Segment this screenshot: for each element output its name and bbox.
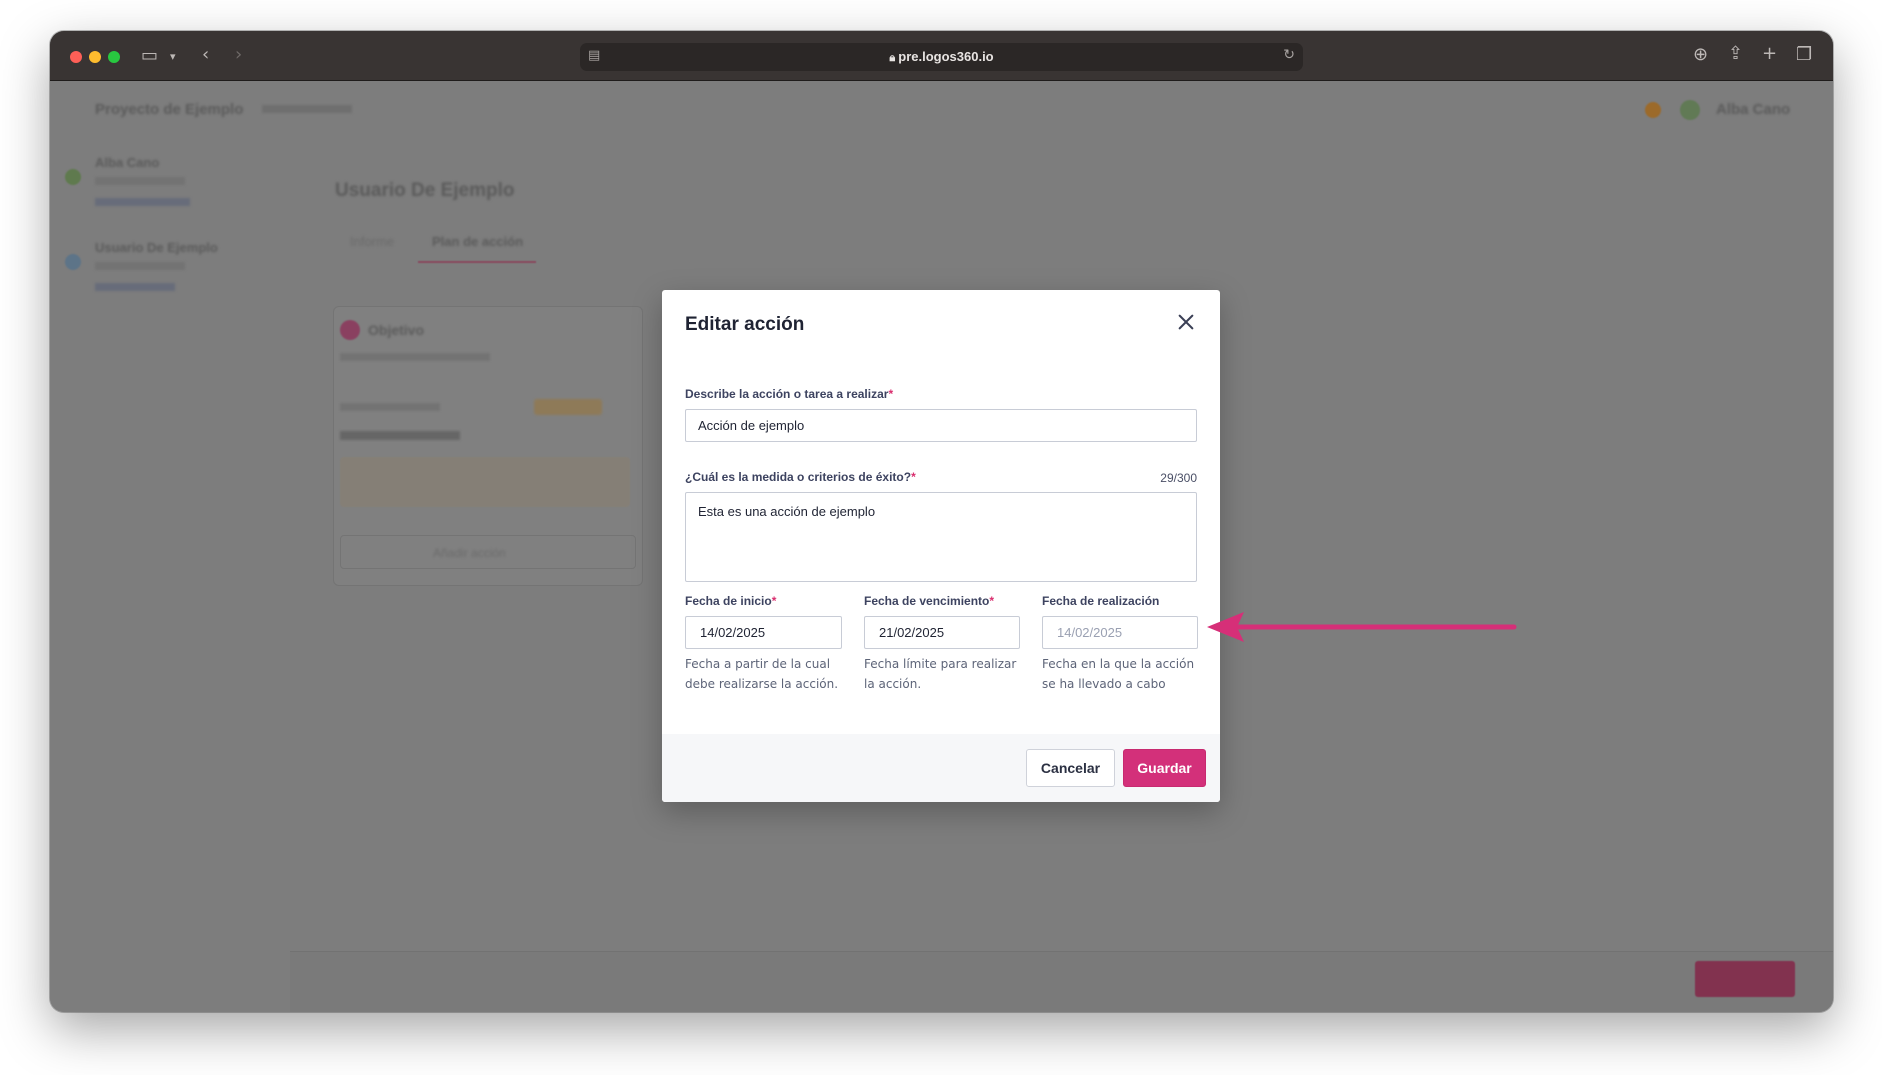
back-icon[interactable]: ‹: [202, 46, 209, 64]
edit-action-modal: Editar acción Describe la acción o tarea…: [662, 290, 1220, 802]
sidebar-item-sub: [95, 177, 185, 185]
lock-icon: 🔒︎: [889, 52, 899, 64]
avatar: [65, 254, 81, 270]
action-dates: [340, 403, 440, 411]
objective-icon: [340, 320, 360, 340]
success-criteria-textarea[interactable]: Esta es una acción de ejemplo: [685, 492, 1197, 582]
project-subtitle: [262, 105, 352, 113]
criteria-field-label-text: ¿Cuál es la medida o criterios de éxito?: [685, 470, 912, 484]
action-title: [340, 431, 460, 440]
due-date-input[interactable]: 21/02/2025: [864, 616, 1020, 649]
due-date-label-text: Fecha de vencimiento: [864, 594, 990, 608]
chevron-down-icon[interactable]: ▾: [170, 48, 176, 66]
completion-date-input[interactable]: 14/02/2025: [1042, 616, 1198, 649]
sidebar-toggle-icon[interactable]: ▭: [141, 47, 158, 65]
cancel-button[interactable]: Cancelar: [1026, 749, 1115, 787]
page-title: Usuario De Ejemplo: [335, 180, 515, 201]
forward-icon[interactable]: ›: [235, 46, 242, 64]
criteria-field-label: ¿Cuál es la medida o criterios de éxito?…: [685, 470, 916, 484]
minimize-window-button[interactable]: [89, 51, 101, 63]
reload-icon[interactable]: ↻: [1283, 47, 1295, 63]
address-bar[interactable]: ▤ 🔒︎ pre.logos360.io ↻: [580, 43, 1303, 71]
bottom-bar: [290, 951, 1833, 1012]
new-tab-icon[interactable]: +: [1762, 45, 1777, 63]
modal-footer: Cancelar Guardar: [662, 734, 1220, 802]
add-action-label: Añadir acción: [433, 546, 506, 560]
due-date-label: Fecha de vencimiento*: [864, 594, 994, 608]
tab-informe[interactable]: Informe: [350, 234, 394, 249]
language-flag-icon[interactable]: [1645, 102, 1661, 118]
start-date-label-text: Fecha de inicio: [685, 594, 772, 608]
completion-date-label: Fecha de realización: [1042, 594, 1160, 608]
project-title: Proyecto de Ejemplo: [95, 101, 244, 118]
start-date-hint: Fecha a partir de la cual debe realizars…: [685, 657, 839, 691]
maximize-window-button[interactable]: [108, 51, 120, 63]
due-date-value: 21/02/2025: [879, 625, 945, 640]
required-mark: *: [771, 594, 777, 608]
modal-title: Editar acción: [685, 314, 805, 335]
close-icon[interactable]: [1176, 312, 1196, 332]
required-mark: *: [911, 470, 916, 484]
sidebar-item-label[interactable]: Alba Cano: [95, 155, 159, 170]
sidebar: Alba Cano Usuario De Ejemplo: [50, 141, 290, 1012]
sidebar-item-label[interactable]: Usuario De Ejemplo: [95, 240, 218, 255]
action-description-value: Acción de ejemplo: [698, 418, 805, 433]
objective-label: Objetivo: [368, 322, 425, 338]
objective-card: Objetivo Añadir acción: [333, 306, 643, 586]
user-name[interactable]: Alba Cano: [1716, 101, 1790, 118]
download-icon[interactable]: ⊕: [1693, 46, 1708, 64]
action-field-label: Describe la acción o tarea a realizar*: [685, 387, 893, 401]
status-badge: [534, 399, 602, 415]
active-tab-indicator: [418, 261, 536, 263]
save-button[interactable]: Guardar: [1123, 749, 1206, 787]
browser-titlebar: ▭ ▾ ‹ › ▤ 🔒︎ pre.logos360.io ↻ ⊕ ⇪ + ❐: [50, 31, 1833, 81]
sidebar-item-sub: [95, 198, 190, 206]
app-header: Proyecto de Ejemplo Alba Cano: [50, 81, 1833, 141]
sidebar-item-sub: [95, 262, 185, 270]
required-mark: *: [989, 594, 995, 608]
objective-description: [340, 353, 490, 361]
start-date-value: 14/02/2025: [700, 625, 766, 640]
add-action-button[interactable]: Añadir acción: [340, 535, 636, 569]
sidebar-item-sub: [95, 283, 175, 291]
close-window-button[interactable]: [70, 51, 82, 63]
start-date-input[interactable]: 14/02/2025: [685, 616, 842, 649]
download-button[interactable]: [1695, 961, 1795, 997]
tab-plan-de-accion[interactable]: Plan de acción: [432, 234, 523, 249]
url-text: pre.logos360.io: [898, 49, 994, 64]
avatar[interactable]: [1680, 100, 1700, 120]
required-mark: *: [888, 387, 894, 401]
start-date-label: Fecha de inicio*: [685, 594, 776, 608]
completion-date-placeholder: 14/02/2025: [1057, 625, 1123, 640]
tabs-overview-icon[interactable]: ❐: [1796, 46, 1812, 64]
completion-date-hint: Fecha en la que la acción se ha llevado …: [1042, 657, 1195, 691]
action-description-input[interactable]: Acción de ejemplo: [685, 409, 1197, 442]
character-counter: 29/300: [1160, 471, 1197, 485]
due-date-hint: Fecha límite para realizar la acción.: [864, 657, 1017, 691]
avatar: [65, 169, 81, 185]
action-field-label-text: Describe la acción o tarea a realizar: [685, 387, 889, 401]
success-criteria-value: Esta es una acción de ejemplo: [698, 504, 876, 519]
criteria-box: [340, 457, 630, 507]
share-icon[interactable]: ⇪: [1728, 45, 1743, 63]
